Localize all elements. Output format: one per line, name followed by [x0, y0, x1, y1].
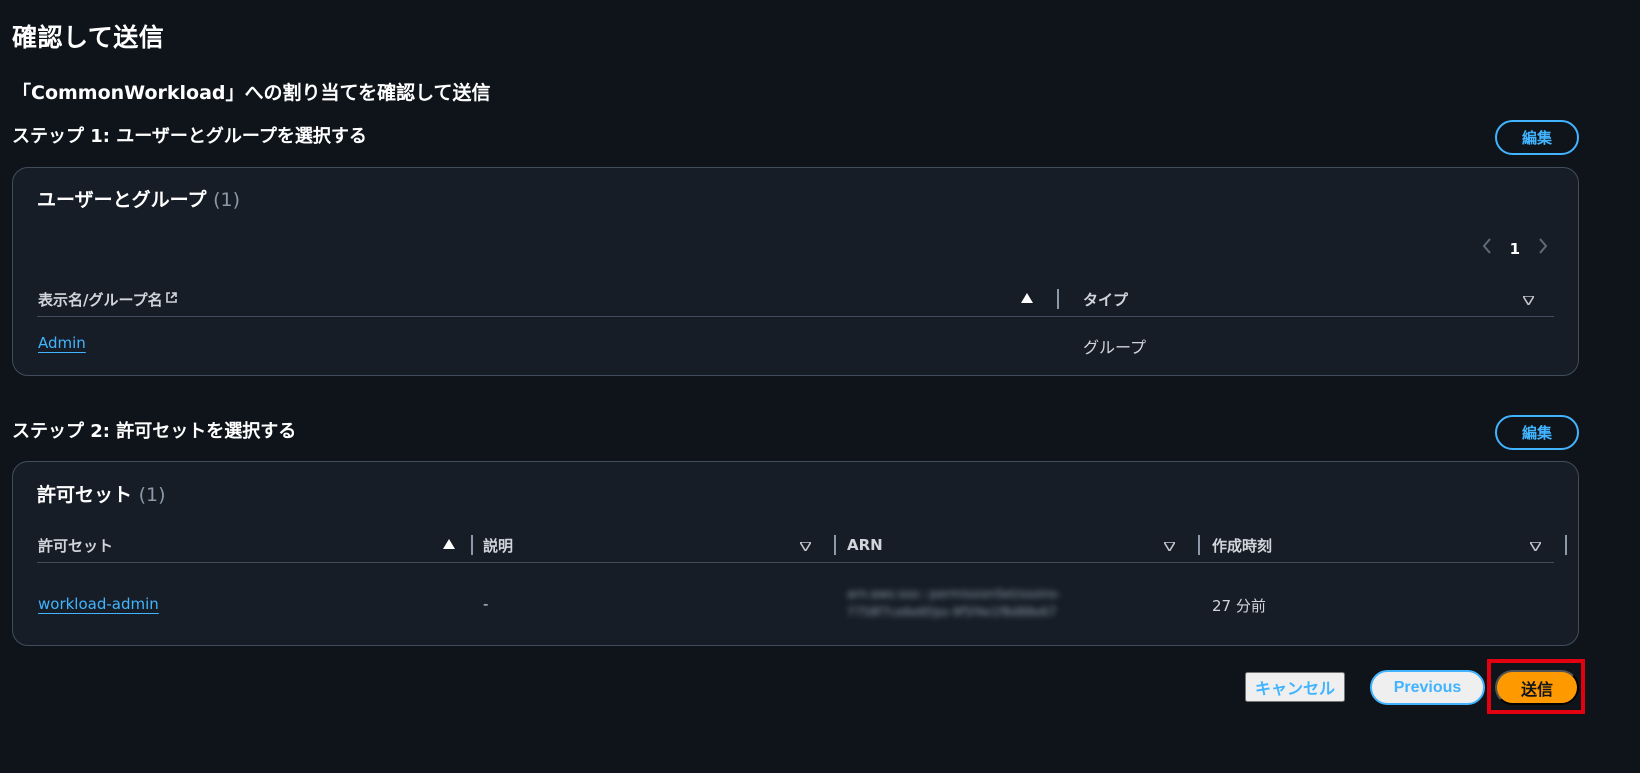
page-number[interactable]: 1	[1510, 240, 1520, 258]
column-header-display-name-label: 表示名/グループ名	[38, 290, 163, 309]
column-header-display-name[interactable]: 表示名/グループ名	[38, 281, 178, 317]
external-link-icon	[165, 291, 178, 308]
users-groups-table-header: 表示名/グループ名 タイプ	[37, 281, 1554, 317]
permission-sets-container: 許可セット (1) 許可セット 説明 ARN 作成時刻 workload-adm…	[12, 461, 1579, 646]
step2-heading: ステップ 2: 許可セットを選択する	[12, 421, 297, 442]
column-header-arn[interactable]: ARN	[847, 527, 883, 563]
users-groups-count: (1)	[213, 189, 241, 211]
page-subtitle: 「CommonWorkload」への割り当てを確認して送信	[12, 82, 491, 104]
row-arn-line1: arn:aws:sso:::permissionSet/ssoins-	[847, 587, 1061, 601]
row-arn: arn:aws:sso:::permissionSet/ssoins- 7758…	[847, 585, 1061, 621]
permission-sets-title: 許可セット (1)	[37, 480, 166, 507]
sort-descending-icon[interactable]	[798, 540, 813, 554]
step2-edit-button[interactable]: 編集	[1495, 415, 1579, 450]
sort-ascending-icon[interactable]	[443, 538, 455, 552]
permission-sets-count: (1)	[138, 484, 166, 506]
sort-descending-icon[interactable]	[1521, 294, 1536, 308]
users-groups-container: ユーザーとグループ (1) 1 表示名/グループ名 タイプ Admin グループ	[12, 167, 1579, 376]
sort-ascending-icon[interactable]	[1021, 292, 1033, 306]
pagination: 1	[1482, 238, 1548, 259]
cancel-button[interactable]: キャンセル	[1245, 672, 1345, 702]
users-groups-title: ユーザーとグループ (1)	[37, 185, 240, 212]
column-header-description[interactable]: 説明	[483, 527, 513, 563]
column-separator[interactable]	[834, 535, 836, 555]
group-link-admin[interactable]: Admin	[38, 334, 86, 352]
page-title: 確認して送信	[12, 23, 165, 52]
permission-sets-title-text: 許可セット	[37, 484, 133, 506]
step1-edit-button[interactable]: 編集	[1495, 120, 1579, 155]
previous-button[interactable]: Previous	[1370, 670, 1485, 705]
chevron-left-icon[interactable]	[1482, 238, 1492, 259]
row-type: グループ	[1083, 338, 1147, 357]
column-header-permission-set[interactable]: 許可セット	[38, 527, 113, 563]
permission-sets-table-header: 許可セット 説明 ARN 作成時刻	[37, 527, 1567, 563]
column-header-created[interactable]: 作成時刻	[1212, 527, 1272, 563]
column-separator[interactable]	[471, 535, 473, 555]
sort-descending-icon[interactable]	[1528, 540, 1543, 554]
step1-heading: ステップ 1: ユーザーとグループを選択する	[12, 126, 367, 147]
chevron-right-icon[interactable]	[1538, 238, 1548, 259]
column-separator[interactable]	[1565, 535, 1567, 555]
row-arn-line2: 7758f7ce6e6f/ps-9f5f4e1f8d88e67	[847, 605, 1057, 619]
sort-descending-icon[interactable]	[1162, 540, 1177, 554]
users-groups-title-text: ユーザーとグループ	[37, 189, 207, 211]
column-separator[interactable]	[1057, 289, 1059, 309]
row-created-time: 27 分前	[1212, 597, 1266, 615]
column-separator[interactable]	[1198, 535, 1200, 555]
row-description: -	[483, 595, 489, 613]
permission-set-link[interactable]: workload-admin	[38, 595, 159, 613]
submit-button[interactable]: 送信	[1495, 670, 1579, 705]
column-header-type[interactable]: タイプ	[1083, 281, 1128, 317]
